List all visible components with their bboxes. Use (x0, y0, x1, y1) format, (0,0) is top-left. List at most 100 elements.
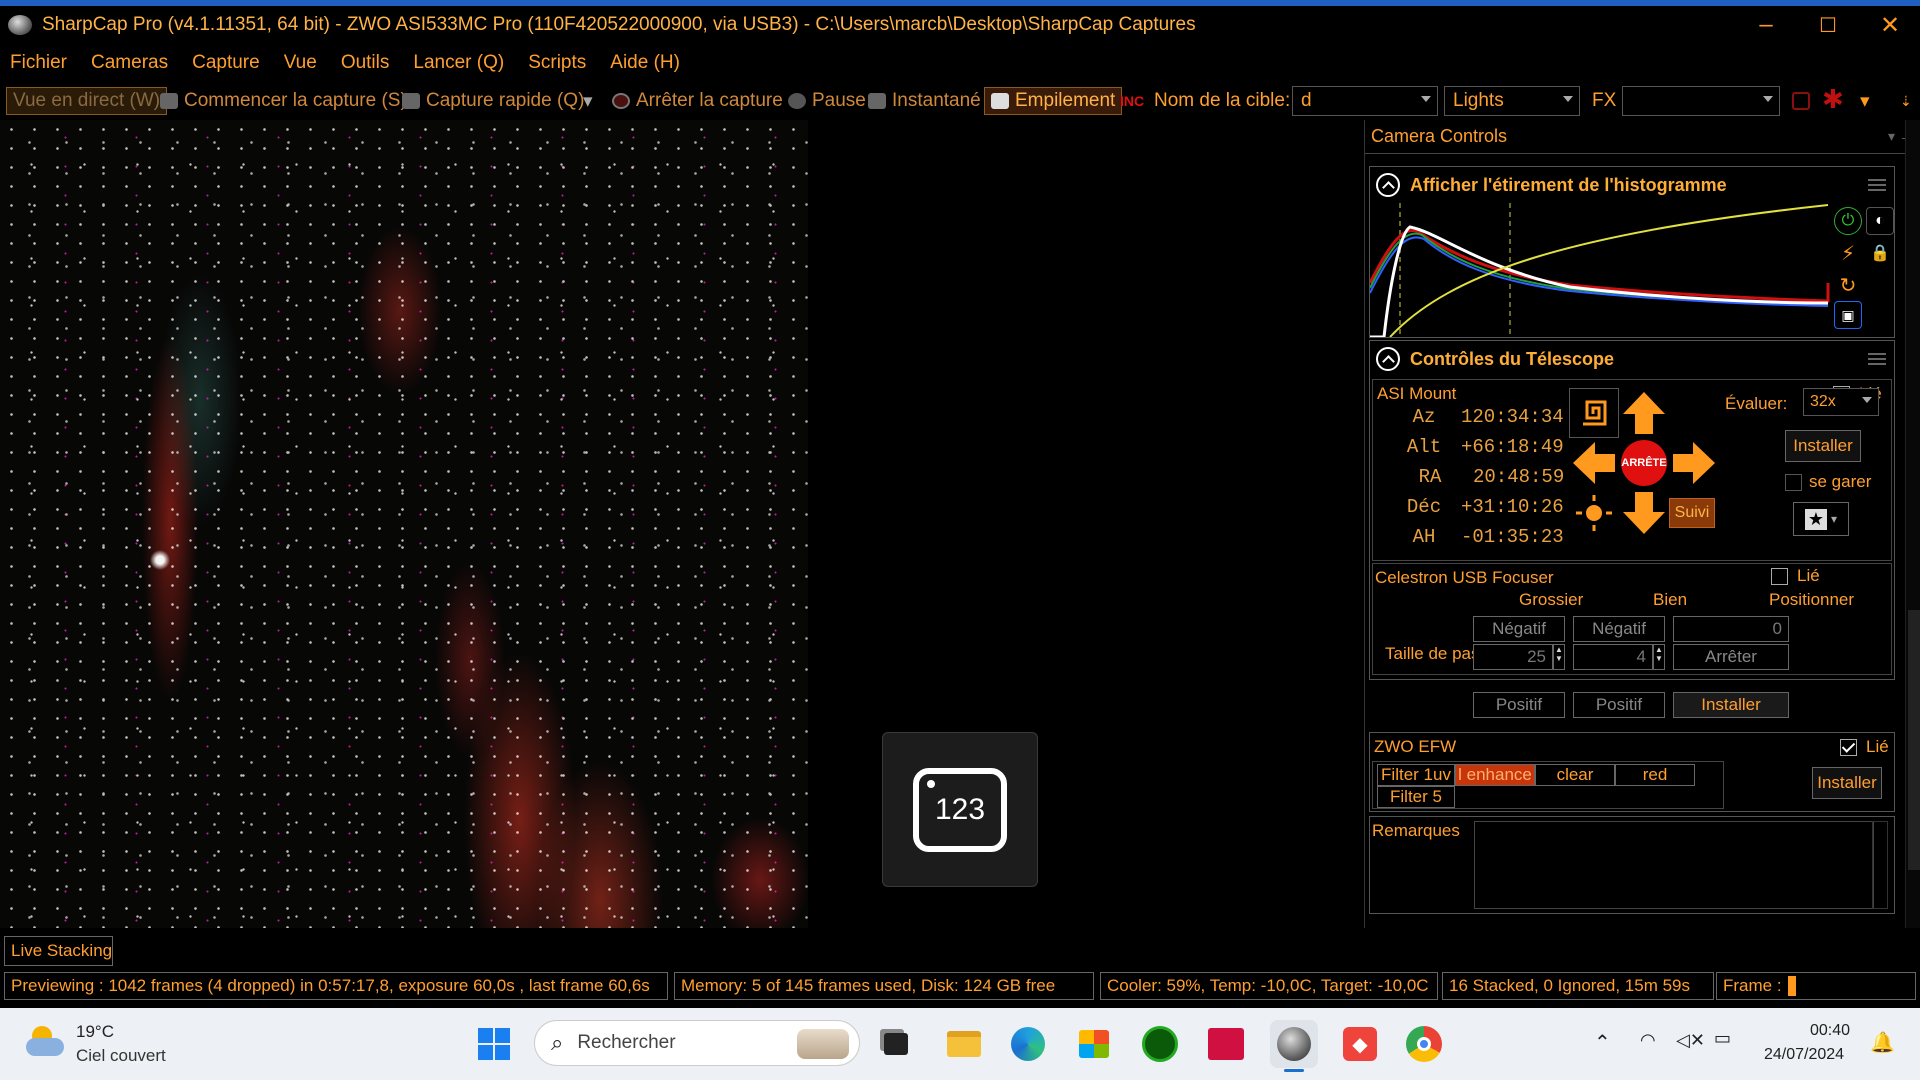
coarse-positive-button[interactable]: Positif (1473, 692, 1565, 718)
panel-dropdown-icon[interactable]: ▾ (1888, 128, 1895, 145)
fx-combo[interactable] (1622, 86, 1780, 116)
filter-slot-2[interactable]: l enhance (1455, 764, 1535, 786)
quick-capture-dropdown[interactable]: ▾ (583, 87, 593, 115)
filter-slot-4[interactable]: red (1615, 764, 1695, 786)
toolbar-expand-icon[interactable]: ⇣ (1900, 87, 1912, 115)
filter-slot-1[interactable]: Filter 1uv (1377, 764, 1455, 786)
filterwheel-linked-checkbox[interactable] (1840, 739, 1857, 756)
panel-scrollbar-thumb[interactable] (1908, 610, 1920, 870)
fine-column-header: Bien (1653, 590, 1688, 609)
position-input[interactable]: 0 (1673, 616, 1789, 642)
menu-cameras[interactable]: Cameras (91, 52, 168, 74)
panel-scrollbar[interactable] (1905, 120, 1920, 928)
clock-date[interactable]: 24/07/2024 (1764, 1046, 1844, 1064)
save-icon[interactable]: ▣ (1834, 301, 1862, 329)
tab-live-stacking[interactable]: Live Stacking (4, 936, 114, 966)
menu-scripts[interactable]: Scripts (528, 52, 586, 74)
tracking-button[interactable]: Suivi (1669, 498, 1715, 528)
mount-setup-button[interactable]: Installer (1785, 430, 1861, 462)
pause-button[interactable]: Pause (788, 87, 866, 115)
minimize-button[interactable]: – (1736, 6, 1796, 44)
fine-positive-button[interactable]: Positif (1573, 692, 1665, 718)
telescope-header[interactable]: Contrôles du Télescope (1370, 341, 1894, 377)
maximize-button[interactable]: ☐ (1798, 6, 1858, 44)
coarse-negative-button[interactable]: Négatif (1473, 616, 1565, 642)
frame-type-combo[interactable]: Lights (1444, 86, 1580, 116)
filter-slot-3[interactable]: clear (1535, 764, 1615, 786)
inc-icon[interactable]: INC (1120, 87, 1144, 115)
park-checkbox[interactable] (1785, 474, 1802, 491)
slew-east-button[interactable] (1669, 438, 1719, 488)
reticle-icon[interactable] (1792, 92, 1810, 110)
notes-textarea[interactable] (1474, 821, 1874, 909)
sharpcap-taskbar-icon[interactable] (1270, 1020, 1318, 1072)
clock-time[interactable]: 00:40 (1810, 1022, 1850, 1040)
close-button[interactable]: ✕ (1860, 6, 1920, 44)
phd-guiding-icon[interactable] (1136, 1020, 1184, 1068)
file-explorer-icon[interactable] (940, 1020, 988, 1068)
task-view-icon[interactable] (872, 1020, 920, 1068)
live-view-button[interactable]: Vue en direct (W) (6, 87, 168, 115)
wifi-icon[interactable]: ◠ (1640, 1030, 1656, 1051)
sun-icon[interactable] (1569, 488, 1619, 538)
power-icon[interactable]: ⏻ (1834, 207, 1862, 235)
slew-west-button[interactable] (1569, 438, 1619, 488)
lightning-icon[interactable]: ⚡ (1834, 239, 1862, 267)
rate-combo[interactable]: 32x (1803, 388, 1879, 416)
filter-slot-5[interactable]: Filter 5 (1377, 786, 1455, 808)
coarse-step-spinner[interactable]: ▲ ▼ (1553, 644, 1565, 670)
quick-capture-button[interactable]: Capture rapide (Q) (402, 87, 584, 115)
collapse-icon[interactable] (1376, 173, 1400, 197)
speaker-muted-icon[interactable]: ◁✕ (1676, 1030, 1705, 1051)
slew-south-button[interactable] (1619, 488, 1669, 538)
stop-slew-button[interactable]: ARRÊTE (1619, 438, 1669, 488)
focuser-setup-button[interactable]: Installer (1673, 692, 1789, 718)
menu-capture[interactable]: Capture (192, 52, 260, 74)
stacking-button[interactable]: Empilement (984, 87, 1123, 115)
fine-negative-button[interactable]: Négatif (1573, 616, 1665, 642)
slew-north-button[interactable] (1619, 388, 1669, 438)
histogram-plot[interactable] (1370, 203, 1830, 337)
start-capture-button[interactable]: Commencer la capture (S) (160, 87, 407, 115)
coarse-step-input[interactable]: 25 (1473, 644, 1553, 670)
weather-desc[interactable]: Ciel couvert (76, 1046, 166, 1066)
toolbar-overflow-icon[interactable]: ▾ (1860, 87, 1870, 115)
stop-capture-button[interactable]: Arrêter la capture (612, 87, 783, 115)
menu-lancer[interactable]: Lancer (Q) (413, 52, 504, 74)
anydesk-icon[interactable]: ◆ (1336, 1020, 1384, 1068)
menu-icon[interactable] (1868, 179, 1886, 191)
notes-scrollbar[interactable] (1872, 821, 1888, 909)
histogram-header[interactable]: Afficher l'étirement de l'histogramme (1370, 167, 1894, 203)
battery-icon[interactable]: ▭ (1714, 1028, 1731, 1049)
contrast-icon[interactable]: ◐ (1866, 207, 1894, 235)
goto-spiral-icon[interactable] (1569, 388, 1619, 438)
tray-chevron-up-icon[interactable]: ⌃ (1594, 1030, 1611, 1055)
menu-vue[interactable]: Vue (284, 52, 317, 74)
filterwheel-setup-button[interactable]: Installer (1812, 767, 1882, 799)
fine-step-spinner[interactable]: ▲ ▼ (1653, 644, 1665, 670)
reset-icon[interactable]: ↻ (1834, 271, 1862, 299)
focuser-stop-button[interactable]: Arrêter (1673, 644, 1789, 670)
focuser-linked-checkbox[interactable] (1771, 568, 1788, 585)
edge-browser-icon[interactable] (1004, 1020, 1052, 1068)
windows-start-icon[interactable] (470, 1020, 518, 1068)
lock-icon[interactable]: 🔒 (1866, 239, 1894, 267)
weather-temp[interactable]: 19°C (76, 1022, 114, 1042)
chrome-icon[interactable] (1400, 1020, 1448, 1068)
fine-step-input[interactable]: 4 (1573, 644, 1653, 670)
microsoft-store-icon[interactable] (1070, 1020, 1118, 1068)
app-red-icon[interactable] (1202, 1020, 1250, 1068)
collapse-icon[interactable] (1376, 347, 1400, 371)
image-preview[interactable] (0, 120, 808, 928)
snapshot-button[interactable]: Instantané (868, 87, 981, 115)
crosshair-icon[interactable]: ✱ (1822, 84, 1844, 114)
notification-bell-icon[interactable]: 🔔 (1870, 1030, 1895, 1055)
weather-cloud-icon[interactable] (26, 1024, 66, 1058)
taskbar-search-box[interactable]: ⌕ Rechercher (534, 1020, 860, 1066)
target-name-combo[interactable]: d (1292, 86, 1438, 116)
menu-aide[interactable]: Aide (H) (610, 52, 680, 74)
menu-fichier[interactable]: Fichier (10, 52, 67, 74)
menu-icon[interactable] (1868, 353, 1886, 365)
favorite-star-dropdown[interactable]: ★ ▾ (1793, 502, 1849, 536)
menu-outils[interactable]: Outils (341, 52, 390, 74)
